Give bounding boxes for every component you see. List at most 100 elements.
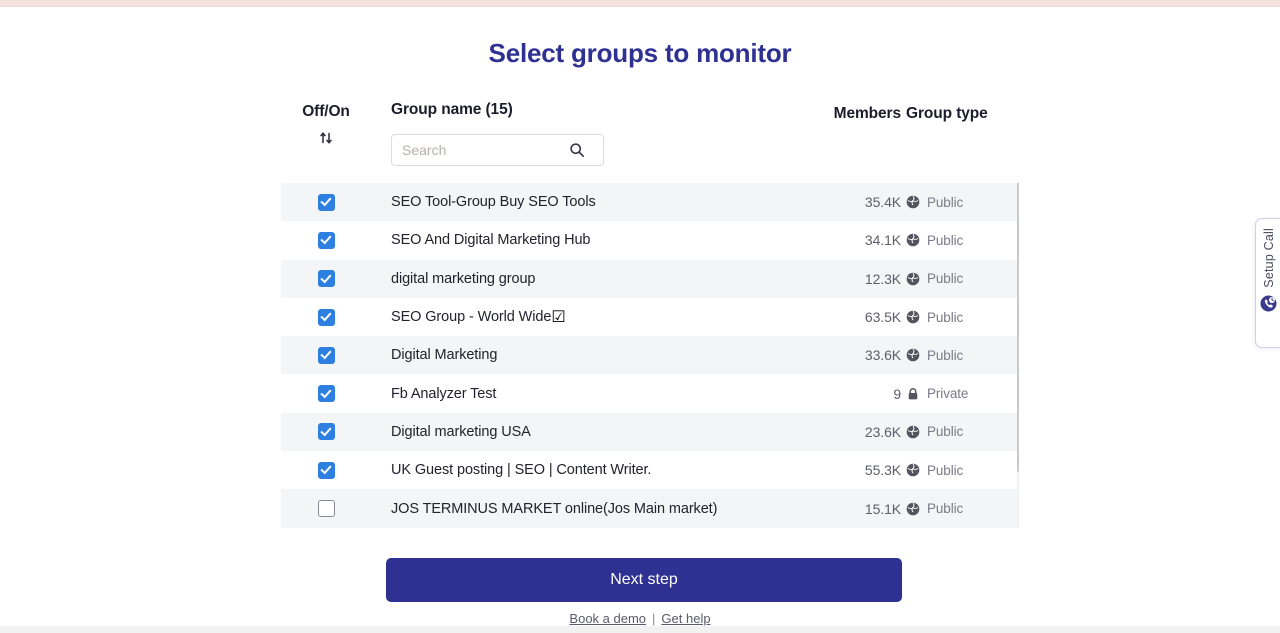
footer-links: Book a demo | Get help — [0, 611, 1280, 626]
page-title: Select groups to monitor — [488, 38, 792, 68]
table-row[interactable]: digital marketing group 12.3K Public — [281, 259, 1019, 298]
row-group-type: Public — [927, 271, 964, 287]
row-members-cell: 35.4K — [791, 183, 901, 221]
row-toggle-cell[interactable] — [281, 336, 371, 374]
table-row[interactable]: SEO Group - World Wide ☑ 63.5K Public — [281, 297, 1019, 337]
row-checkbox[interactable] — [317, 385, 335, 403]
phone-clock-icon — [1260, 295, 1277, 317]
search-icon[interactable] — [564, 142, 590, 158]
row-group-name: UK Guest posting | SEO | Content Writer. — [391, 462, 652, 479]
globe-icon — [906, 272, 920, 286]
row-checkbox[interactable] — [317, 193, 335, 211]
row-group-type: Public — [927, 462, 964, 478]
row-group-type: Public — [927, 424, 964, 440]
row-group-name-cell: UK Guest posting | SEO | Content Writer. — [391, 451, 791, 489]
globe-icon — [906, 502, 920, 516]
row-members-cell: 23.6K — [791, 413, 901, 451]
table-body: SEO Tool-Group Buy SEO Tools 35.4K Public S… — [281, 183, 1019, 528]
row-members-count: 33.6K — [864, 347, 901, 364]
table-row[interactable]: SEO And Digital Marketing Hub 34.1K Public — [281, 221, 1019, 260]
row-toggle-cell[interactable] — [281, 489, 371, 527]
row-group-name: Fb Analyzer Test — [391, 385, 497, 402]
top-accent-bar — [0, 0, 1280, 7]
row-members-cell: 63.5K — [791, 298, 901, 336]
inline-check-emoji: ☑ — [551, 309, 566, 327]
row-group-name: SEO And Digital Marketing Hub — [391, 232, 591, 249]
row-checkbox[interactable] — [317, 461, 335, 479]
row-group-type-cell: Public — [906, 183, 1016, 221]
next-step-button[interactable]: Next step — [386, 558, 902, 602]
row-members-count: 34.1K — [864, 232, 901, 249]
row-toggle-cell[interactable] — [281, 413, 371, 451]
table-rows-viewport[interactable]: SEO Tool-Group Buy SEO Tools 35.4K Public S… — [281, 183, 1019, 528]
row-members-cell: 15.1K — [791, 489, 901, 527]
row-group-type: Public — [927, 501, 964, 517]
footer-separator: | — [652, 611, 656, 626]
table-header: Off/On Group name (15) Members Group typ… — [281, 93, 1019, 183]
row-members-cell: 34.1K — [791, 221, 901, 259]
globe-icon — [906, 348, 920, 362]
row-group-name: SEO Tool-Group Buy SEO Tools — [391, 194, 596, 211]
row-members-count: 55.3K — [864, 462, 901, 479]
get-help-link[interactable]: Get help — [661, 611, 710, 626]
row-group-type: Public — [927, 232, 964, 248]
row-checkbox[interactable] — [317, 270, 335, 288]
row-group-type-cell: Public — [906, 336, 1016, 374]
row-toggle-cell[interactable] — [281, 298, 371, 336]
search-input[interactable] — [392, 135, 564, 165]
globe-icon — [906, 310, 920, 324]
row-toggle-cell[interactable] — [281, 451, 371, 489]
globe-icon — [906, 463, 920, 477]
globe-icon — [906, 425, 920, 439]
row-checkbox[interactable] — [317, 308, 335, 326]
row-group-name: SEO Group - World Wide — [391, 309, 552, 326]
row-group-type-cell: Public — [906, 451, 1016, 489]
row-group-name-cell: Fb Analyzer Test — [391, 374, 791, 412]
table-row[interactable]: Fb Analyzer Test 9 Private — [281, 374, 1019, 413]
bottom-bar — [0, 626, 1280, 633]
column-header-off-on: Off/On — [302, 103, 350, 120]
row-group-name-cell: SEO And Digital Marketing Hub — [391, 221, 791, 259]
row-toggle-cell[interactable] — [281, 221, 371, 259]
book-a-demo-link[interactable]: Book a demo — [569, 611, 646, 626]
row-members-count: 9 — [893, 385, 901, 402]
setup-call-tab[interactable]: Setup Call — [1255, 218, 1280, 348]
row-checkbox[interactable] — [317, 346, 335, 364]
row-group-name-cell: Digital Marketing — [391, 336, 791, 374]
row-members-cell: 12.3K — [791, 260, 901, 298]
row-group-type: Private — [927, 386, 969, 402]
row-members-cell: 9 — [791, 374, 901, 412]
row-toggle-cell[interactable] — [281, 183, 371, 221]
setup-call-label: Setup Call — [1261, 228, 1276, 288]
row-group-name: digital marketing group — [391, 270, 536, 287]
table-row[interactable]: Digital Marketing 33.6K Public — [281, 336, 1019, 375]
globe-icon — [906, 233, 920, 247]
row-group-type: Public — [927, 194, 964, 210]
table-scrollbar-thumb[interactable] — [1017, 183, 1019, 472]
search-box[interactable] — [391, 134, 604, 166]
row-members-cell: 55.3K — [791, 451, 901, 489]
row-members-cell: 33.6K — [791, 336, 901, 374]
row-members-count: 35.4K — [864, 194, 901, 211]
row-group-type-cell: Public — [906, 221, 1016, 259]
row-checkbox[interactable] — [317, 423, 335, 441]
table-row[interactable]: UK Guest posting | SEO | Content Writer.… — [281, 451, 1019, 490]
row-checkbox[interactable] — [317, 231, 335, 249]
row-group-type-cell: Public — [906, 298, 1016, 336]
table-row[interactable]: Digital marketing USA 23.6K Public — [281, 412, 1019, 452]
row-group-name: Digital marketing USA — [391, 423, 531, 440]
row-group-type: Public — [927, 309, 964, 325]
row-group-name-cell: SEO Tool-Group Buy SEO Tools — [391, 183, 791, 221]
table-row[interactable]: SEO Tool-Group Buy SEO Tools 35.4K Public — [281, 183, 1019, 222]
globe-icon — [906, 195, 920, 209]
row-group-name: JOS TERMINUS MARKET online(Jos Main mark… — [391, 500, 718, 517]
row-group-name: Digital Marketing — [391, 347, 498, 364]
sort-updown-icon[interactable] — [281, 129, 371, 147]
row-toggle-cell[interactable] — [281, 374, 371, 412]
row-toggle-cell[interactable] — [281, 260, 371, 298]
row-group-type-cell: Public — [906, 489, 1016, 527]
column-header-members: Members — [833, 105, 901, 122]
table-row[interactable]: JOS TERMINUS MARKET online(Jos Main mark… — [281, 489, 1019, 528]
row-members-count: 23.6K — [864, 423, 901, 440]
row-checkbox[interactable] — [317, 500, 335, 518]
